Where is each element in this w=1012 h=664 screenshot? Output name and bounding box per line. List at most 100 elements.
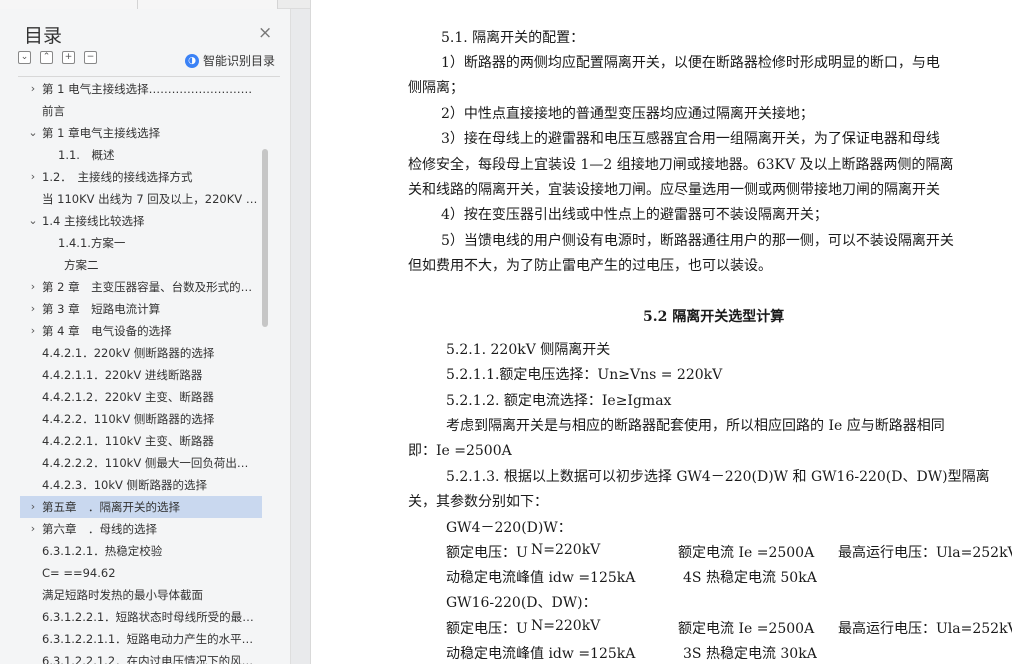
outline-item[interactable]: 6.3.1.2.2.1.2．在内过电压情况下的风… — [20, 650, 262, 664]
outline-item-label: 4.4.2.3．10kV 侧断路器的选择 — [42, 478, 208, 492]
document-text-line: 5.2.1.3. 根据以上数据可以初步选择 GW4－220(D)W 和 GW16… — [446, 469, 990, 485]
outline-item-label: 1.4 主接线比较选择 — [42, 214, 145, 228]
chevron-right-icon[interactable]: › — [28, 298, 38, 320]
document-text-line: 1）断路器的两侧均应配置隔离开关，以便在断路器检修时形成明显的断口，与电 — [441, 55, 940, 71]
chevron-down-icon[interactable]: ⌄ — [28, 122, 38, 144]
chevron-right-icon[interactable]: › — [28, 518, 38, 540]
outline-item-label: 满足短路时发热的最小导体截面 — [42, 588, 203, 602]
chevron-down-icon[interactable]: ⌄ — [28, 210, 38, 232]
collapse-all-icon[interactable]: ⌃ — [40, 51, 53, 64]
tab[interactable] — [138, 0, 278, 9]
outline-item[interactable]: › 第 3 章 短路电流计算 — [20, 298, 262, 320]
outline-item[interactable]: 1.1. 概述 — [20, 144, 262, 166]
outline-item-label: 6.3.1.2.2.1．短路状态时母线所受的最大… — [42, 610, 258, 624]
document-text-line: 5.2.1. 220kV 侧隔离开关 — [446, 342, 611, 358]
outline-item-label: 1.4.1.方案一 — [58, 236, 126, 250]
chevron-right-icon[interactable]: › — [28, 78, 38, 100]
outline-scrollbar[interactable] — [262, 149, 268, 327]
document-text-line: 关和线路的隔离开关，宜装设接地刀闸。应尽量选用一侧或两侧带接地刀闸的隔离开关 — [408, 182, 940, 198]
outline-item[interactable]: 当 110KV 出线为 7 回及以上，220KV 出线… — [20, 188, 262, 210]
outline-title: 目录 — [24, 25, 63, 47]
outline-item[interactable]: 6.3.1.2.2.1.1．短路电动力产生的水平方向… — [20, 628, 262, 650]
outline-item[interactable]: 4.4.2.2．110kV 侧断路器的选择 — [20, 408, 262, 430]
outline-item[interactable]: 4.4.2.1.1．220kV 进线断路器 — [20, 364, 262, 386]
document-area: 5.1. 隔离开关的配置： 1）断路器的两侧均应配置隔离开关，以便在断路器检修时形… — [292, 0, 1012, 664]
document-text-line: 但如费用不大，为了防止雷电产生的过电压，也可以装设。 — [408, 258, 772, 274]
tab[interactable] — [0, 0, 138, 9]
outline-item[interactable]: › 第五章 ．隔离开关的选择 — [20, 496, 262, 518]
outline-item-label: 第 2 章 主变压器容量、台数及形式的选择 — [42, 280, 258, 294]
outline-item-label: 4.4.2.2.2．110kV 侧最大一回负荷出线断路器 — [42, 456, 258, 470]
outline-item[interactable]: 前言 — [20, 100, 262, 122]
outline-item[interactable]: › 第 4 章 电气设备的选择 — [20, 320, 262, 342]
outline-item[interactable]: 方案二 — [20, 254, 262, 276]
outline-item-label: 4.4.2.2．110kV 侧断路器的选择 — [42, 412, 215, 426]
outline-item[interactable]: › 第 2 章 主变压器容量、台数及形式的选择 — [20, 276, 262, 298]
outline-item-label: 第 1 章电气主接线选择 — [42, 126, 161, 140]
document-text-line: 即：Ie =2500A — [408, 443, 512, 459]
outline-item-label: 方案二 — [64, 258, 99, 272]
outline-item-label: 4.4.2.1．220kV 侧断路器的选择 — [42, 346, 215, 360]
outline-item[interactable]: 1.4.1.方案一 — [20, 232, 262, 254]
outline-item[interactable]: 4.4.2.3．10kV 侧断路器的选择 — [20, 474, 262, 496]
outline-toolbar: ⌄ ⌃ + − — [18, 51, 97, 64]
outline-item[interactable]: › 第 1 电气主接线选择……………………… — [20, 78, 262, 100]
document-text-line: 2）中性点直接接地的普通型变压器均应通过隔离开关接地； — [441, 106, 814, 122]
close-icon[interactable]: × — [258, 23, 272, 43]
smart-recognize-icon: ◑ — [185, 53, 199, 68]
outline-item[interactable]: ⌄ 第 1 章电气主接线选择 — [20, 122, 262, 144]
document-text-line: 额定电流 Ie =2500A — [678, 545, 815, 561]
outline-item-label: 1.2． 主接线的接线选择方式 — [42, 170, 193, 184]
chevron-right-icon[interactable]: › — [28, 166, 38, 188]
chevron-right-icon[interactable]: › — [28, 320, 38, 342]
outline-list: › 第 1 电气主接线选择……………………… 前言 ⌄ 第 1 章电气主接线选择 1.1.… — [20, 78, 262, 664]
document-text-line: 侧隔离； — [408, 80, 464, 96]
document-text-line: 额定电压：U — [446, 621, 528, 637]
outline-item-label: C= ==94.62 — [42, 566, 116, 580]
document-text-line: 考虑到隔离开关是与相应的断路器配套使用，所以相应回路的 Ie 应与断路器相同 — [446, 418, 945, 434]
outline-item[interactable]: 4.4.2.1.2．220kV 主变、断路器 — [20, 386, 262, 408]
remove-heading-icon[interactable]: − — [84, 51, 97, 64]
outline-item[interactable]: › 1.2． 主接线的接线选择方式 — [20, 166, 262, 188]
outline-item[interactable]: 6.3.1.2.1．热稳定校验 — [20, 540, 262, 562]
outline-item-label: 第六章 ．母线的选择 — [42, 522, 157, 536]
document-text-line: 3S 热稳定电流 30kA — [683, 646, 817, 662]
document-text-line: N=220kV — [531, 618, 601, 634]
outline-item-label: 6.3.1.2.2.1.1．短路电动力产生的水平方向… — [42, 632, 258, 646]
document-text-line: 5.2.1.1.额定电压选择：Un≥Vns = 220kV — [446, 367, 723, 383]
chevron-right-icon[interactable]: › — [28, 496, 38, 518]
outline-item-label: 前言 — [42, 104, 65, 118]
outline-item-label: 第五章 ．隔离开关的选择 — [42, 500, 180, 514]
divider — [18, 76, 280, 77]
document-text-line: GW4－220(D)W： — [446, 520, 572, 536]
outline-item[interactable]: › 第六章 ．母线的选择 — [20, 518, 262, 540]
outline-item[interactable]: ⌄ 1.4 主接线比较选择 — [20, 210, 262, 232]
document-text-line: 动稳定电流峰值 idw =125kA — [446, 646, 636, 662]
chevron-right-icon[interactable]: › — [28, 276, 38, 298]
outline-item-label: 6.3.1.2.1．热稳定校验 — [42, 544, 163, 558]
document-text-line: 4S 热稳定电流 50kA — [683, 570, 817, 586]
document-page[interactable]: 5.1. 隔离开关的配置： 1）断路器的两侧均应配置隔离开关，以便在断路器检修时形… — [310, 0, 1012, 664]
outline-item[interactable]: 6.3.1.2.2.1．短路状态时母线所受的最大… — [20, 606, 262, 628]
document-text-line: N=220kV — [531, 542, 601, 558]
document-text-line: 最高运行电压：Ula=252kV — [838, 621, 1012, 637]
outline-item-label: 4.4.2.2.1．110kV 主变、断路器 — [42, 434, 214, 448]
outline-item-label: 6.3.1.2.2.1.2．在内过电压情况下的风… — [42, 654, 254, 664]
expand-all-icon[interactable]: ⌄ — [18, 51, 31, 64]
outline-item-label: 4.4.2.1.2．220kV 主变、断路器 — [42, 390, 214, 404]
outline-item-label: 第 3 章 短路电流计算 — [42, 302, 161, 316]
document-text-line: 额定电流 Ie =2500A — [678, 621, 815, 637]
smart-recognize-button[interactable]: ◑ 智能识别目录 — [185, 52, 275, 69]
outline-item[interactable]: 4.4.2.2.2．110kV 侧最大一回负荷出线断路器 — [20, 452, 262, 474]
outline-item[interactable]: 4.4.2.2.1．110kV 主变、断路器 — [20, 430, 262, 452]
outline-item[interactable]: 满足短路时发热的最小导体截面 — [20, 584, 262, 606]
document-text-line: GW16-220(D、DW)： — [446, 595, 597, 611]
outline-item[interactable]: C= ==94.62 — [20, 562, 262, 584]
add-heading-icon[interactable]: + — [62, 51, 75, 64]
outline-item-label: 1.1. 概述 — [58, 148, 115, 162]
document-text-line: 5.2.1.2. 额定电流选择：Ie≥Igmax — [446, 393, 672, 409]
document-text-line: 额定电压：U — [446, 545, 528, 561]
document-text-line: 关，其参数分别如下： — [408, 494, 548, 510]
outline-item[interactable]: 4.4.2.1．220kV 侧断路器的选择 — [20, 342, 262, 364]
document-text-line: 动稳定电流峰值 idw =125kA — [446, 570, 636, 586]
